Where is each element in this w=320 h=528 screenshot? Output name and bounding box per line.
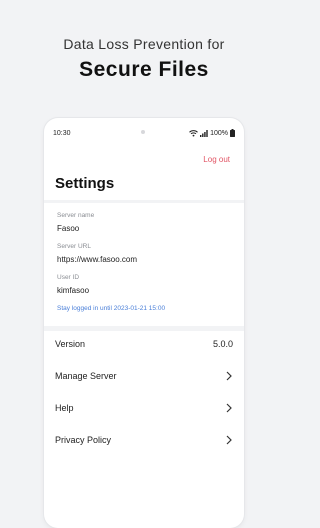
- help-label: Help: [55, 403, 74, 413]
- chevron-right-icon: [226, 371, 232, 381]
- logout-button[interactable]: Log out: [203, 155, 230, 164]
- server-url-label: Server URL: [57, 243, 91, 250]
- battery-icon: [230, 129, 235, 137]
- page-title: Settings: [55, 175, 115, 192]
- manage-server-row[interactable]: Manage Server: [44, 360, 244, 392]
- chevron-right-icon: [226, 403, 232, 413]
- user-id-value: kimfasoo: [57, 286, 90, 295]
- status-indicators: 100%: [189, 129, 235, 137]
- camera-dot: [141, 130, 145, 134]
- manage-server-label: Manage Server: [55, 371, 117, 381]
- server-name-label: Server name: [57, 212, 95, 219]
- account-card: Server name Fasoo Server URL https://www…: [44, 200, 244, 331]
- help-row[interactable]: Help: [44, 392, 244, 424]
- privacy-policy-label: Privacy Policy: [55, 435, 112, 445]
- status-bar: 10:30 100%: [44, 118, 244, 146]
- battery-percent: 100%: [210, 129, 228, 137]
- stay-logged-in-note: Stay logged in until 2023-01-21 15:00: [57, 305, 166, 312]
- promo-subtitle: Data Loss Prevention for: [63, 36, 225, 52]
- wifi-icon: [189, 129, 198, 136]
- promo-title: Secure Files: [79, 58, 209, 81]
- phone-frame: 10:30 100% Log out Settings Server name: [44, 118, 244, 528]
- server-name-value: Fasoo: [57, 224, 80, 233]
- signal-icon: [200, 129, 208, 137]
- version-value: 5.0.0: [212, 339, 233, 349]
- user-id-label: User ID: [57, 274, 80, 281]
- version-row: Version 5.0.0: [44, 328, 244, 360]
- server-url-value: https://www.fasoo.com: [57, 255, 138, 264]
- version-label: Version: [55, 339, 86, 349]
- status-time: 10:30: [53, 130, 71, 137]
- privacy-policy-row[interactable]: Privacy Policy: [44, 424, 244, 456]
- chevron-right-icon: [226, 435, 232, 445]
